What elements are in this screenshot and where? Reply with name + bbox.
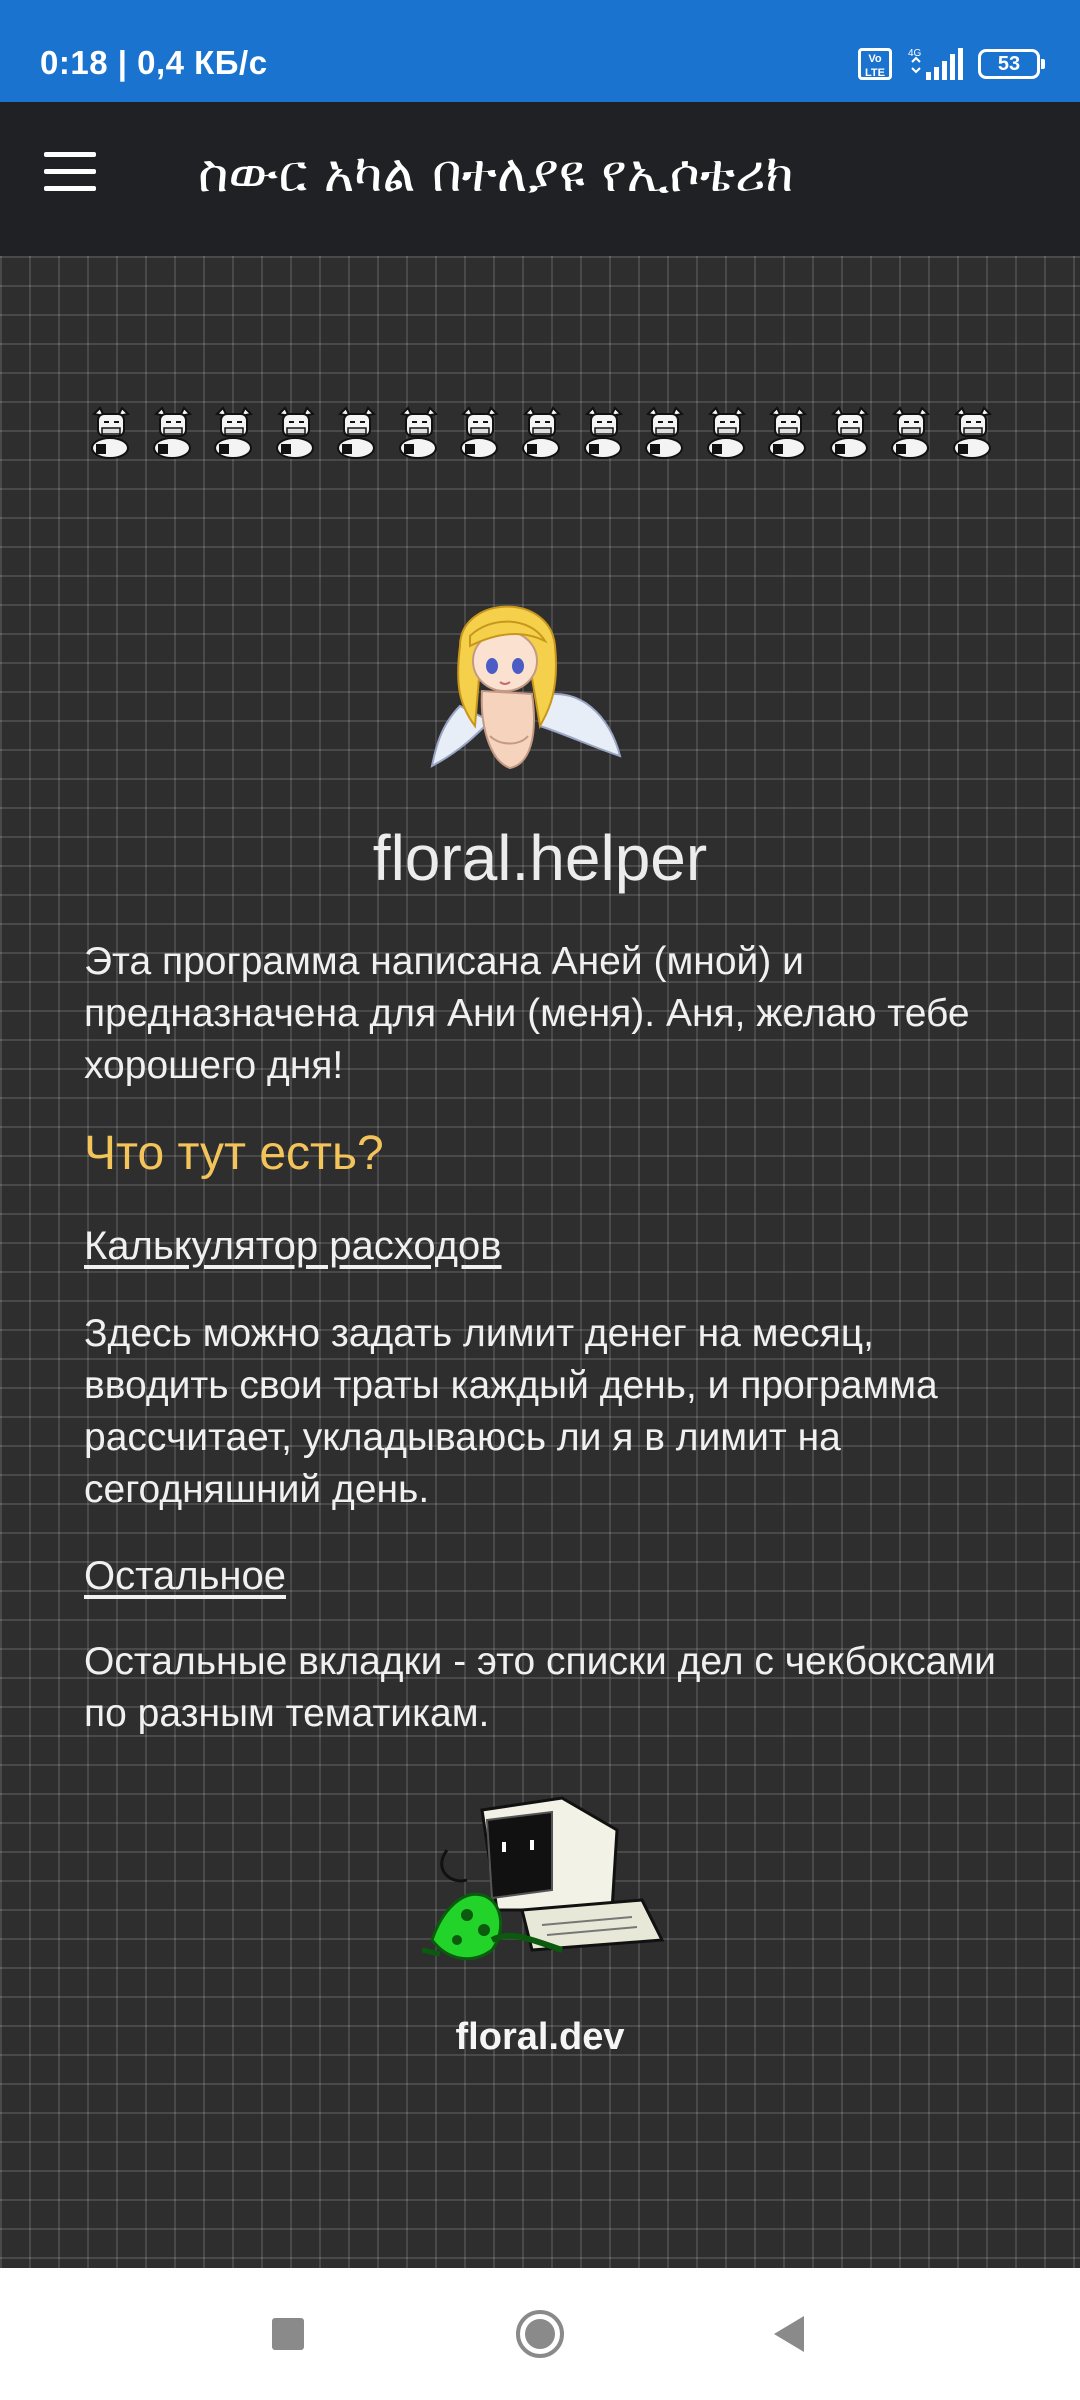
angel-sprite <box>430 605 622 770</box>
cow-sprite-icon <box>706 406 746 459</box>
app-bar: ስውር አካል በተለያዩ የኢሶቴሪክ <box>0 102 1080 256</box>
navigation-bar <box>0 2268 1080 2400</box>
battery-icon: 53 <box>978 49 1045 79</box>
other-description: Остальные вкладки - это списки дел с чек… <box>84 1640 996 1735</box>
app-screen: 0:18 | 0,4 КБ/с Vo LTE 4G 53 ስውር አካል በተለያ… <box>0 0 1080 2400</box>
signal-icon: 4G <box>908 48 963 80</box>
cow-sprite-row <box>86 404 998 464</box>
triangle-back-icon[interactable] <box>760 2304 820 2364</box>
cow-sprite-icon <box>952 406 992 459</box>
calculator-link[interactable]: Калькулятор расходов <box>84 1224 502 1269</box>
menu-icon[interactable] <box>44 152 104 206</box>
cow-sprite-icon <box>91 406 131 459</box>
cow-sprite-icon <box>891 406 931 459</box>
app-title: ስውር አካል በተለያዩ የኢሶቴሪክ <box>198 144 794 204</box>
status-icons: Vo LTE 4G 53 <box>858 44 1045 84</box>
cow-sprite-icon <box>583 406 623 459</box>
calculator-description: Здесь можно задать лимит денег на месяц,… <box>84 1312 938 1511</box>
square-icon[interactable] <box>258 2304 318 2364</box>
cow-sprite-icon <box>829 406 869 459</box>
app-heading: floral.helper <box>372 822 708 894</box>
volte-icon: Vo LTE <box>858 48 892 80</box>
cow-sprite-icon <box>214 406 254 459</box>
cow-sprite-icon <box>398 406 438 459</box>
computer-frog-sprite <box>421 1796 665 1961</box>
cow-sprite-icon <box>645 406 685 459</box>
other-link[interactable]: Остальное <box>84 1554 286 1599</box>
svg-text:4G: 4G <box>908 48 922 59</box>
cow-sprite-icon <box>275 406 315 459</box>
cow-sprite-icon <box>460 406 500 459</box>
circle-icon[interactable] <box>510 2304 570 2364</box>
cow-sprite-icon <box>768 406 808 459</box>
intro-text: Эта программа написана Аней (мной) и пре… <box>84 940 970 1087</box>
status-time-speed: 0:18 | 0,4 КБ/с <box>40 44 268 81</box>
cow-sprite-icon <box>152 406 192 459</box>
cow-sprite-icon <box>337 406 377 459</box>
main-content[interactable]: floral.helper Эта программа написана Ане… <box>0 256 1080 2268</box>
footer-label: floral.dev <box>455 2016 625 2058</box>
section-title: Что тут есть? <box>84 1127 384 1180</box>
status-bar: 0:18 | 0,4 КБ/с Vo LTE 4G 53 <box>0 0 1080 102</box>
cow-sprite-icon <box>521 406 561 459</box>
